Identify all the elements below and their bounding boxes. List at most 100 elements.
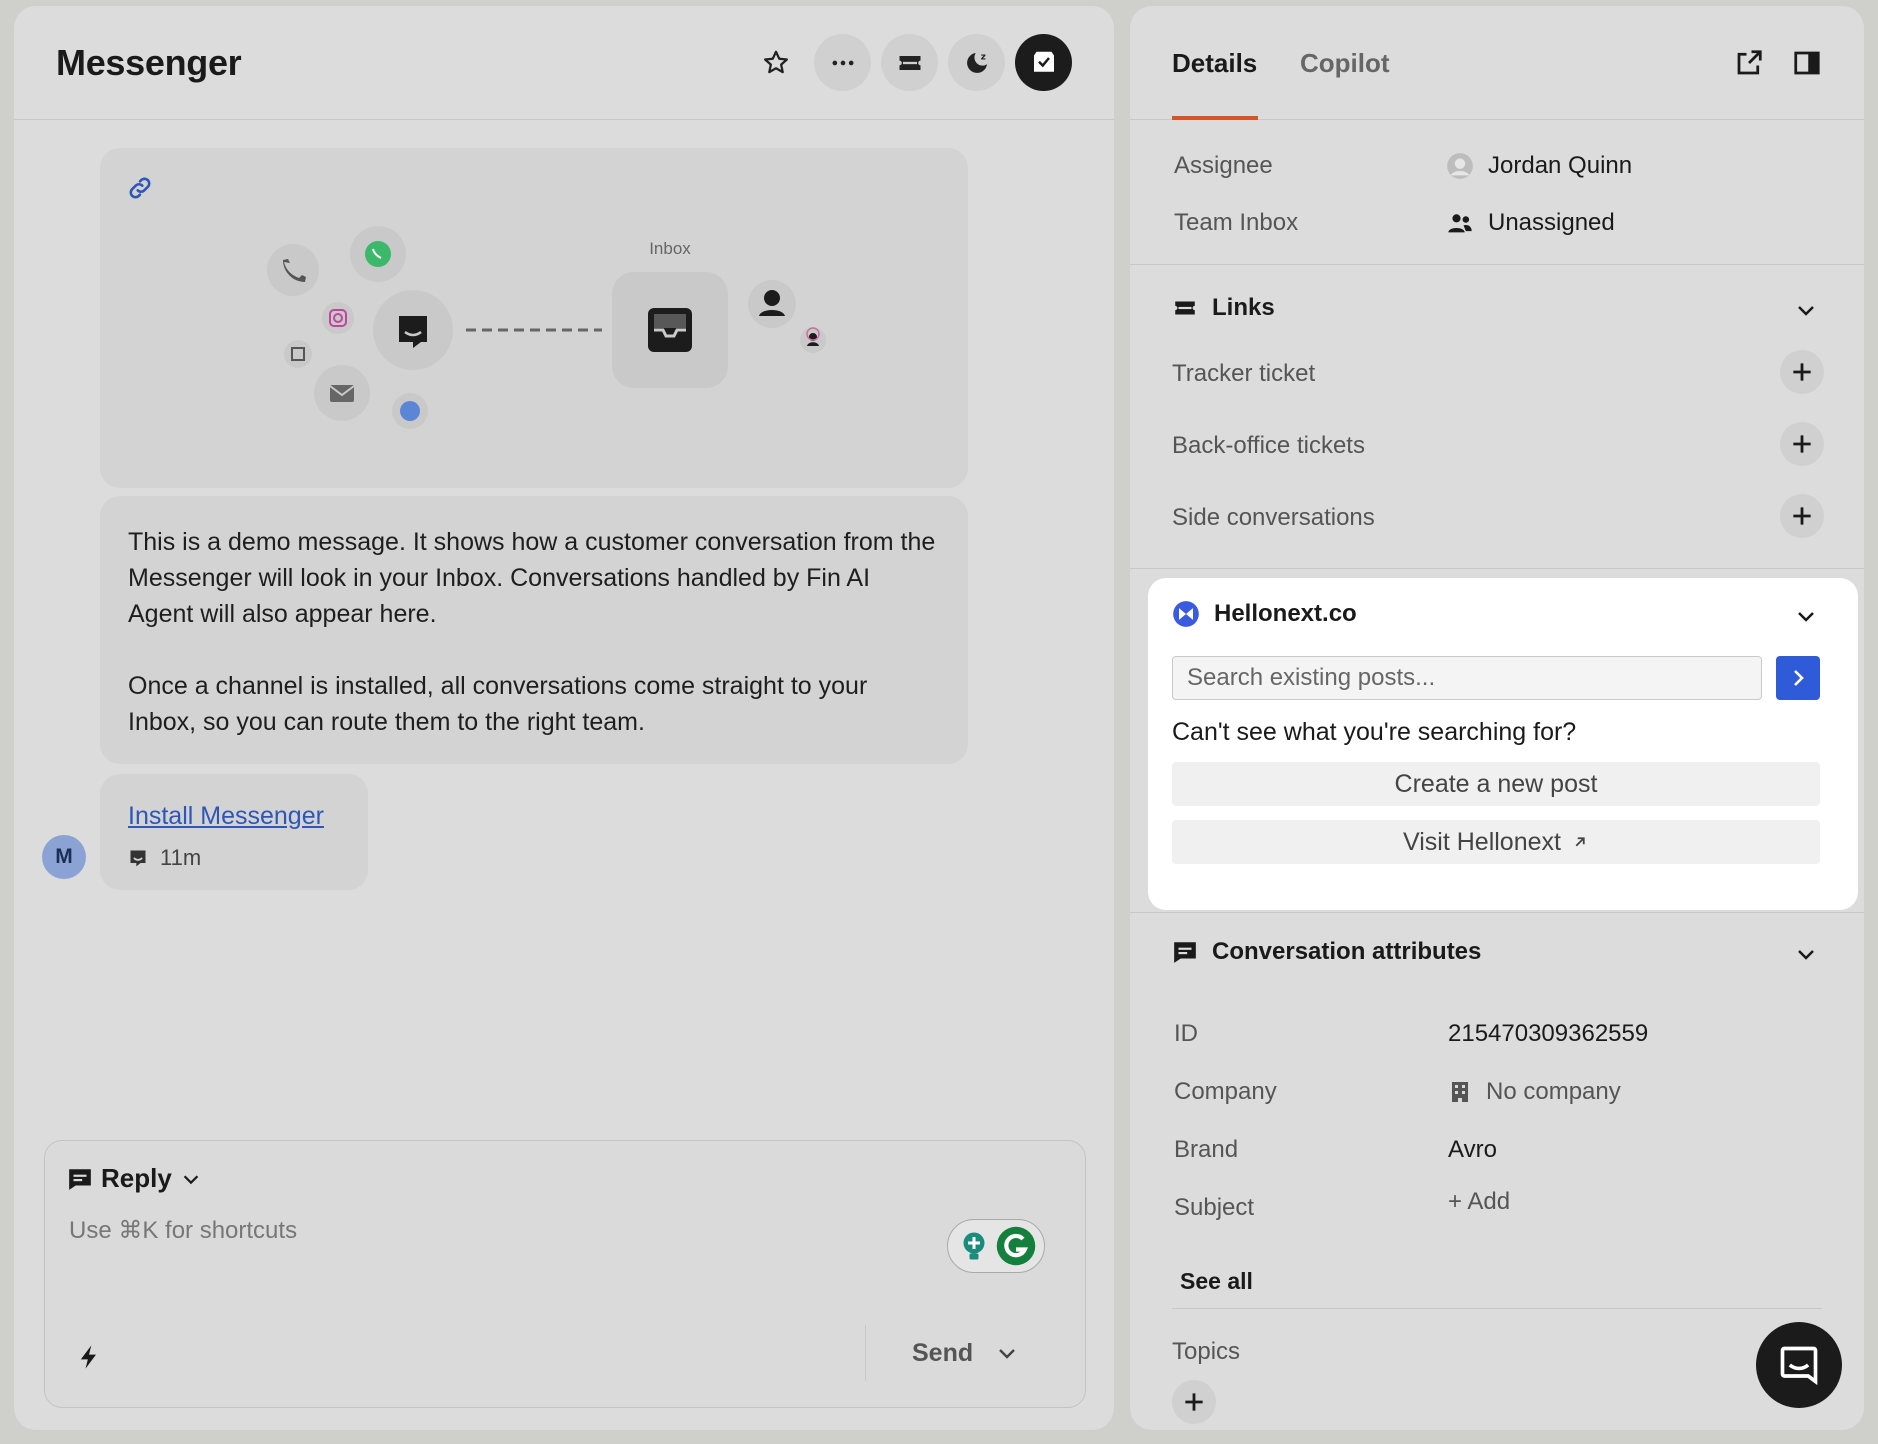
- star-icon: [763, 50, 788, 73]
- header-actions: z: [747, 34, 1072, 91]
- reply-mode-label: Reply: [101, 1163, 172, 1193]
- conversation-panel: Messenger z Inbox This is a demo message…: [14, 6, 1114, 1430]
- id-value: 215470309362559: [1448, 1020, 1649, 1047]
- add-tracker-ticket-button[interactable]: [1780, 350, 1824, 394]
- building-icon: [1452, 1082, 1468, 1102]
- links-title: Links: [1212, 294, 1275, 321]
- plus-icon: [1185, 1393, 1203, 1411]
- snooze-button[interactable]: z: [948, 34, 1005, 91]
- add-topic-button[interactable]: [1172, 1380, 1216, 1424]
- close-conversation-icon: [1033, 51, 1054, 72]
- reply-mode-selector[interactable]: Reply: [67, 1163, 202, 1194]
- links-section-title[interactable]: Links: [1172, 294, 1275, 322]
- plus-icon: [1793, 435, 1811, 453]
- brand-label: Brand: [1174, 1136, 1239, 1163]
- divider: [1172, 1308, 1822, 1309]
- team-inbox-value[interactable]: Unassigned: [1446, 209, 1615, 237]
- inbox-label: Inbox: [649, 239, 691, 258]
- illustration-bubble: Inbox: [100, 148, 968, 488]
- message-paragraph: This is a demo message. It shows how a c…: [128, 528, 936, 628]
- create-new-post-button[interactable]: Create a new post: [1172, 762, 1820, 806]
- svg-text:z: z: [980, 52, 985, 62]
- add-back-office-ticket-button[interactable]: [1780, 422, 1824, 466]
- conversation-title: Messenger: [56, 41, 242, 83]
- tab-details[interactable]: Details: [1172, 48, 1257, 79]
- company-label: Company: [1174, 1078, 1277, 1105]
- assignee-value[interactable]: Jordan Quinn: [1446, 152, 1632, 180]
- lightning-icon[interactable]: [75, 1341, 103, 1373]
- ticket-icon: [1175, 301, 1195, 315]
- close-conversation-button[interactable]: [1015, 34, 1072, 91]
- active-tab-indicator: [1172, 116, 1258, 120]
- tracker-ticket-label: Tracker ticket: [1172, 360, 1316, 387]
- plus-icon: [1793, 507, 1811, 525]
- messenger-launcher-button[interactable]: [1756, 1322, 1842, 1408]
- assignee-name: Jordan Quinn: [1488, 152, 1633, 179]
- details-panel: Details Copilot Assignee Jordan Quinn Te…: [1130, 6, 1864, 1430]
- avatar[interactable]: M: [42, 835, 86, 879]
- plus-icon: [1793, 363, 1811, 381]
- avatar-placeholder-icon: [1447, 153, 1473, 179]
- divider: [1130, 264, 1864, 265]
- star-button[interactable]: [747, 34, 804, 91]
- arrow-up-right-icon: [1575, 837, 1585, 847]
- company-name: No company: [1486, 1078, 1621, 1105]
- chevron-down-icon[interactable]: [1794, 604, 1818, 628]
- send-options-chevron-icon[interactable]: [995, 1341, 1019, 1365]
- channels-illustration: Inbox: [267, 226, 826, 429]
- reply-composer: Reply Send: [44, 1140, 1086, 1408]
- team-inbox-name: Unassigned: [1488, 209, 1615, 236]
- hellonext-logo-icon: [1173, 601, 1199, 627]
- chevron-down-icon[interactable]: [1794, 942, 1818, 966]
- more-button[interactable]: [814, 34, 871, 91]
- message-time: 11m: [160, 845, 202, 870]
- divider: [1130, 912, 1864, 913]
- grammarly-widget[interactable]: [947, 1219, 1045, 1273]
- see-all-button[interactable]: See all: [1180, 1268, 1253, 1295]
- more-icon: [832, 60, 853, 65]
- ticket-button[interactable]: [881, 34, 938, 91]
- subject-label: Subject: [1174, 1194, 1255, 1221]
- create-new-post-label: Create a new post: [1394, 769, 1598, 798]
- tab-copilot[interactable]: Copilot: [1300, 48, 1390, 79]
- hellonext-card: Hellonext.co Can't see what you're searc…: [1148, 578, 1858, 910]
- details-tabs: Details Copilot: [1130, 6, 1864, 120]
- message-meta: 11m: [128, 845, 340, 871]
- messenger-icon: [1780, 1346, 1818, 1386]
- id-label: ID: [1174, 1020, 1198, 1047]
- message-paragraph: Once a channel is installed, all convers…: [128, 672, 868, 736]
- reply-icon: [69, 1168, 91, 1190]
- snooze-icon: z: [966, 52, 987, 73]
- hellonext-title-label: Hellonext.co: [1214, 600, 1357, 627]
- add-side-conversation-button[interactable]: [1780, 494, 1824, 538]
- chevron-down-icon[interactable]: [1794, 298, 1818, 322]
- conversation-attributes-label: Conversation attributes: [1212, 938, 1482, 965]
- hellonext-search-input[interactable]: [1172, 656, 1762, 700]
- messenger-icon: [130, 850, 146, 867]
- chat-icon: [1174, 942, 1196, 963]
- visit-hellonext-button[interactable]: Visit Hellonext: [1172, 820, 1820, 864]
- topics-label: Topics: [1172, 1338, 1241, 1365]
- lightbulb-icon: [963, 1232, 984, 1260]
- send-area: Send: [865, 1325, 1019, 1381]
- team-inbox-label: Team Inbox: [1174, 209, 1299, 236]
- conversation-attributes-title[interactable]: Conversation attributes: [1172, 938, 1481, 966]
- hellonext-search-button[interactable]: [1776, 656, 1820, 700]
- hellonext-title[interactable]: Hellonext.co: [1172, 600, 1357, 628]
- install-messenger-link[interactable]: Install Messenger: [128, 802, 340, 831]
- chevron-right-icon: [1794, 670, 1804, 686]
- sidebar-toggle-icon[interactable]: [1792, 48, 1822, 78]
- grammarly-icon: [996, 1226, 1035, 1266]
- company-value[interactable]: No company: [1448, 1078, 1621, 1106]
- assignee-label: Assignee: [1174, 152, 1273, 179]
- open-external-icon[interactable]: [1734, 48, 1764, 78]
- reply-input[interactable]: [69, 1211, 929, 1251]
- send-button[interactable]: Send: [912, 1339, 973, 1368]
- brand-value[interactable]: Avro: [1448, 1136, 1497, 1164]
- back-office-tickets-label: Back-office tickets: [1172, 432, 1365, 459]
- subject-add-button[interactable]: + Add: [1448, 1188, 1510, 1216]
- side-conversations-label: Side conversations: [1172, 504, 1375, 531]
- team-icon: [1448, 214, 1472, 233]
- install-bubble: Install Messenger 11m: [100, 774, 368, 890]
- demo-message-bubble: This is a demo message. It shows how a c…: [100, 496, 968, 764]
